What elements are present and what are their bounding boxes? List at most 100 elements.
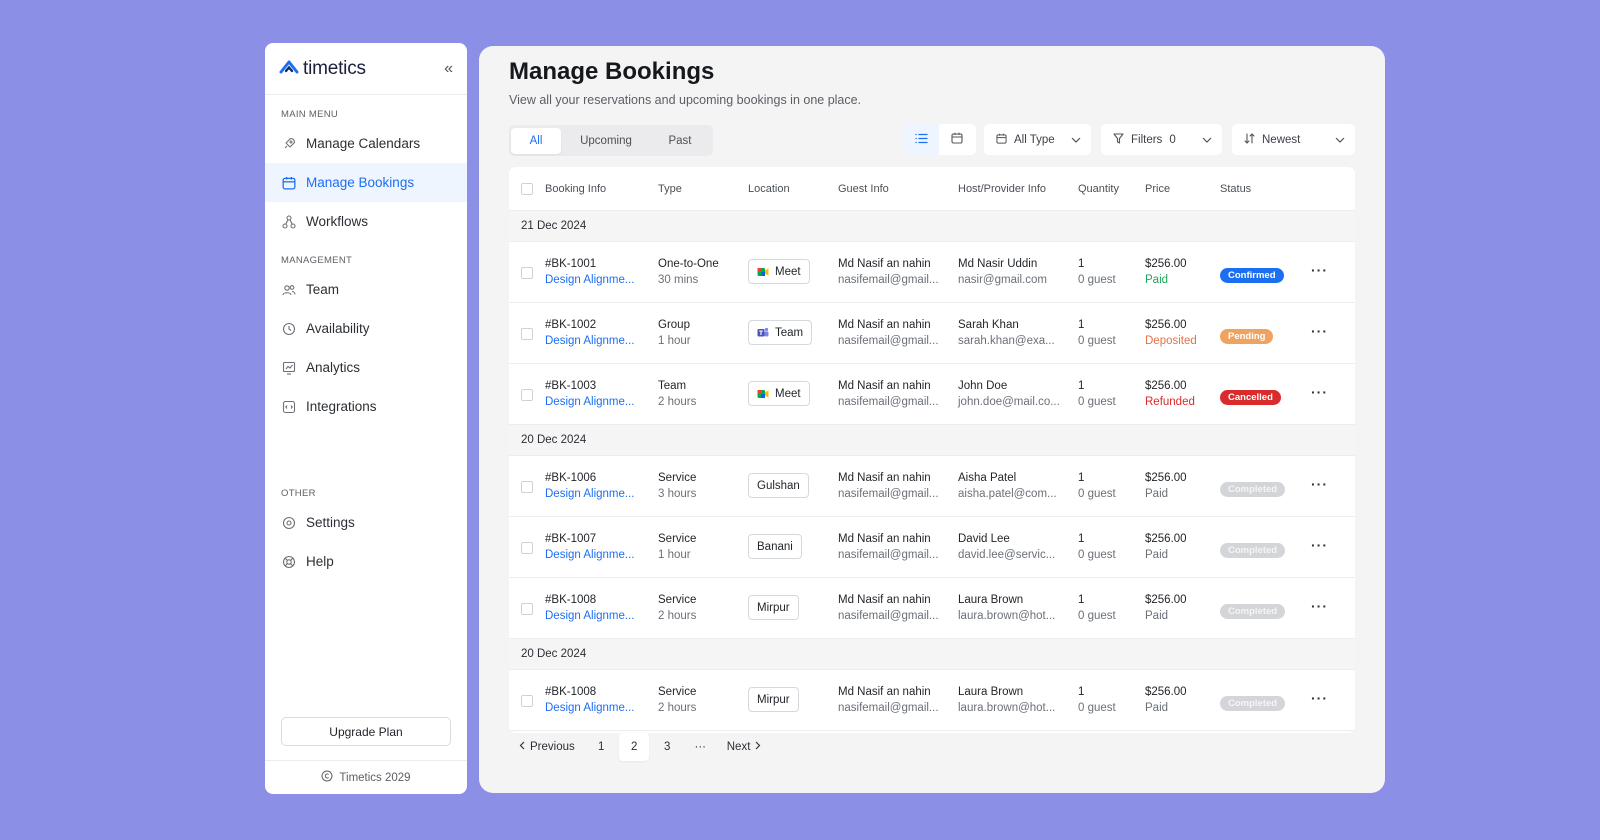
booking-title-link[interactable]: Design Alignme... bbox=[545, 547, 635, 563]
location-chip[interactable]: Mirpur bbox=[748, 687, 799, 712]
sidebar-item-workflows[interactable]: Workflows bbox=[265, 202, 467, 241]
row-checkbox[interactable] bbox=[521, 603, 533, 615]
sidebar-item-team[interactable]: Team bbox=[265, 270, 467, 309]
select-all-checkbox[interactable] bbox=[521, 183, 533, 195]
table-row[interactable]: #BK-1002 Design Alignme... Group 1 hour Team… bbox=[509, 303, 1355, 364]
host-info-cell: Laura Brown laura.brown@hot... bbox=[958, 684, 1055, 716]
logo[interactable]: timetics bbox=[279, 58, 366, 80]
row-checkbox[interactable] bbox=[521, 481, 533, 493]
sort-select[interactable]: Newest bbox=[1232, 124, 1355, 155]
row-checkbox[interactable] bbox=[521, 695, 533, 707]
sidebar-item-manage-calendars[interactable]: Manage Calendars bbox=[265, 124, 467, 163]
row-actions-icon[interactable]: ··· bbox=[1311, 476, 1328, 492]
column-header-host-info[interactable]: Host/Provider Info bbox=[958, 183, 1046, 195]
tab-past[interactable]: Past bbox=[651, 128, 709, 154]
sidebar-item-settings[interactable]: Settings bbox=[265, 503, 467, 542]
location-chip[interactable]: Banani bbox=[748, 534, 802, 559]
row-checkbox[interactable] bbox=[521, 328, 533, 340]
gear-icon bbox=[281, 515, 296, 530]
calendar-icon bbox=[996, 133, 1007, 147]
column-header-guest-info[interactable]: Guest Info bbox=[838, 183, 889, 195]
type-select[interactable]: All Type bbox=[984, 124, 1091, 155]
page-2-button[interactable]: 2 bbox=[619, 733, 650, 761]
sidebar-section-title: OTHER bbox=[281, 488, 316, 499]
location-chip[interactable]: Gulshan bbox=[748, 473, 809, 498]
guest-info-cell: Md Nasif an nahin nasifemail@gmail... bbox=[838, 592, 939, 624]
column-header-booking-info[interactable]: Booking Info bbox=[545, 183, 606, 195]
column-header-type[interactable]: Type bbox=[658, 183, 682, 195]
previous-page-button[interactable]: Previous bbox=[509, 733, 585, 761]
booking-title-link[interactable]: Design Alignme... bbox=[545, 700, 635, 716]
booking-title-link[interactable]: Design Alignme... bbox=[545, 486, 635, 502]
row-actions-icon[interactable]: ··· bbox=[1311, 323, 1328, 339]
sidebar-footer: Timetics 2029 bbox=[265, 760, 467, 794]
location-label: Team bbox=[775, 326, 804, 339]
host-info-cell: Laura Brown laura.brown@hot... bbox=[958, 592, 1055, 624]
price-value: $256.00 bbox=[1145, 533, 1187, 545]
calendar-view-button[interactable] bbox=[939, 124, 975, 155]
booking-info-cell: #BK-1007 Design Alignme... bbox=[545, 531, 635, 563]
location-label: Mirpur bbox=[757, 693, 790, 706]
booking-title-link[interactable]: Design Alignme... bbox=[545, 333, 635, 349]
table-row[interactable]: #BK-1007 Design Alignme... Service 1 hour Ba… bbox=[509, 517, 1355, 578]
row-actions-icon[interactable]: ··· bbox=[1311, 384, 1328, 400]
location-chip[interactable]: Team bbox=[748, 320, 813, 345]
row-actions-icon[interactable]: ··· bbox=[1311, 690, 1328, 706]
sort-icon bbox=[1244, 132, 1255, 147]
footer-text: Timetics 2029 bbox=[339, 771, 411, 784]
booking-title-link[interactable]: Design Alignme... bbox=[545, 272, 635, 288]
host-email: laura.brown@hot... bbox=[958, 610, 1056, 622]
booking-id: #BK-1007 bbox=[545, 533, 597, 545]
sidebar-item-availability[interactable]: Availability bbox=[265, 309, 467, 348]
location-cell: Meet bbox=[748, 381, 810, 406]
location-label: Meet bbox=[775, 387, 801, 400]
host-email: john.doe@mail.co... bbox=[958, 396, 1060, 408]
tab-all[interactable]: All bbox=[511, 127, 561, 154]
sidebar-item-help[interactable]: Help bbox=[265, 542, 467, 581]
quantity-value: 1 bbox=[1078, 594, 1085, 606]
table-row[interactable]: #BK-1006 Design Alignme... Service 3 hours G… bbox=[509, 456, 1355, 517]
table-row[interactable]: #BK-1003 Design Alignme... Team 2 hours Meet… bbox=[509, 364, 1355, 425]
row-checkbox[interactable] bbox=[521, 389, 533, 401]
table-row[interactable]: #BK-1008 Design Alignme... Service 2 hours M… bbox=[509, 670, 1355, 731]
next-page-button[interactable]: Next bbox=[717, 733, 772, 761]
filters-button[interactable]: Filters 0 bbox=[1101, 124, 1222, 155]
location-chip[interactable]: Meet bbox=[748, 381, 810, 406]
location-chip[interactable]: Mirpur bbox=[748, 595, 799, 620]
column-header-status[interactable]: Status bbox=[1220, 183, 1251, 195]
column-header-price[interactable]: Price bbox=[1145, 183, 1170, 195]
host-info-cell: Aisha Patel aisha.patel@com... bbox=[958, 470, 1057, 502]
chevron-down-icon bbox=[1202, 134, 1212, 146]
column-header-quantity[interactable]: Quantity bbox=[1078, 183, 1119, 195]
row-checkbox[interactable] bbox=[521, 542, 533, 554]
location-chip[interactable]: Meet bbox=[748, 259, 810, 284]
list-view-button[interactable] bbox=[903, 124, 939, 155]
upgrade-plan-button[interactable]: Upgrade Plan bbox=[281, 717, 451, 746]
guest-count: 0 guest bbox=[1078, 396, 1116, 408]
column-header-location[interactable]: Location bbox=[748, 183, 790, 195]
next-label: Next bbox=[726, 741, 751, 753]
sidebar-item-manage-bookings[interactable]: Manage Bookings bbox=[265, 163, 467, 202]
guest-email: nasifemail@gmail... bbox=[838, 274, 939, 286]
sidebar-section-title: MANAGEMENT bbox=[281, 255, 353, 266]
payment-status: Paid bbox=[1145, 488, 1169, 500]
table-row[interactable]: #BK-1008 Design Alignme... Service 2 hours M… bbox=[509, 578, 1355, 639]
help-icon bbox=[281, 554, 296, 569]
page-1-button[interactable]: 1 bbox=[586, 733, 616, 761]
booking-title-link[interactable]: Design Alignme... bbox=[545, 394, 635, 410]
status-cell: Completed bbox=[1220, 540, 1286, 558]
row-actions-icon[interactable]: ··· bbox=[1311, 598, 1328, 614]
collapse-sidebar-icon[interactable]: « bbox=[444, 60, 453, 78]
booking-type: Service bbox=[658, 533, 697, 545]
table-row[interactable]: #BK-1001 Design Alignme... One-to-One 30 mi… bbox=[509, 242, 1355, 303]
row-checkbox[interactable] bbox=[521, 267, 533, 279]
sidebar-item-analytics[interactable]: Analytics bbox=[265, 348, 467, 387]
row-actions-icon[interactable]: ··· bbox=[1311, 262, 1328, 278]
tab-upcoming[interactable]: Upcoming bbox=[561, 128, 651, 154]
location-cell: Banani bbox=[748, 534, 802, 559]
row-actions-icon[interactable]: ··· bbox=[1311, 537, 1328, 553]
page-3-button[interactable]: 3 bbox=[652, 733, 682, 761]
sidebar-item-integrations[interactable]: Integrations bbox=[265, 387, 467, 426]
booking-title-link[interactable]: Design Alignme... bbox=[545, 608, 635, 624]
date-group-header: 21 Dec 2024 bbox=[509, 211, 1355, 242]
